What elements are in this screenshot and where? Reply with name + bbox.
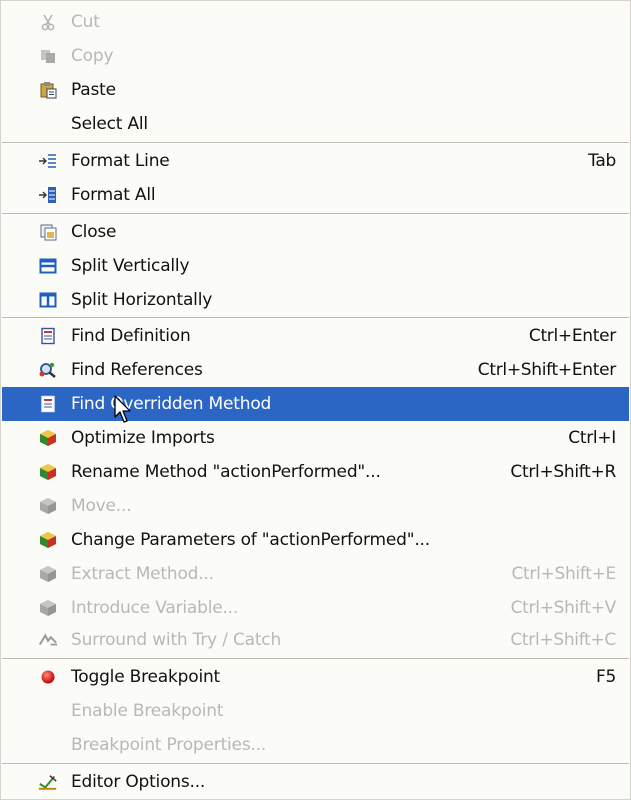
menu-item-format-all[interactable]: Format All xyxy=(2,178,629,212)
mouse-pointer-icon xyxy=(114,395,131,423)
menu-item-close[interactable]: Close xyxy=(2,215,629,249)
menu-item-copy[interactable]: Copy xyxy=(2,39,629,73)
menu-item-split-horizontally[interactable]: Split Horizontally xyxy=(2,283,629,317)
menu-item-introduce-variable[interactable]: Introduce Variable... Ctrl+Shift+V xyxy=(2,591,629,625)
menu-item-label: Extract Method... xyxy=(71,564,214,584)
menu-item-rename-method[interactable]: Rename Method "actionPerformed"... Ctrl+… xyxy=(2,455,629,489)
menu-item-editor-options[interactable]: Editor Options... xyxy=(2,765,629,799)
menu-item-move[interactable]: Move... xyxy=(2,489,629,523)
menu-item-label: Split Horizontally xyxy=(71,290,213,310)
menu-item-cut[interactable]: Cut xyxy=(2,5,629,39)
refactor-cube-icon xyxy=(38,429,58,447)
menu-item-label: Find References xyxy=(71,360,203,380)
menu-item-label: Surround with Try / Catch xyxy=(71,630,282,650)
menu-item-label: Toggle Breakpoint xyxy=(71,667,221,687)
menu-item-optimize-imports[interactable]: Optimize Imports Ctrl+I xyxy=(2,421,629,455)
surround-try-icon xyxy=(38,631,58,649)
menu-item-enable-breakpoint[interactable]: Enable Breakpoint xyxy=(2,694,629,728)
refactor-cube-icon xyxy=(38,463,58,481)
menu-item-label: Change Parameters of "actionPerformed"..… xyxy=(71,530,430,550)
menu-item-label: Move... xyxy=(71,496,132,516)
menu-item-label: Breakpoint Properties... xyxy=(71,735,267,755)
format-all-icon xyxy=(38,186,58,204)
copy-icon xyxy=(38,47,58,65)
menu-item-shortcut: Ctrl+Shift+E xyxy=(511,564,616,584)
menu-item-find-overridden-method[interactable]: Find Overridden Method xyxy=(2,387,629,421)
menu-item-label: Find Definition xyxy=(71,326,191,346)
menu-item-shortcut: Ctrl+I xyxy=(568,428,616,448)
menu-item-shortcut: F5 xyxy=(596,667,616,687)
menu-item-label: Rename Method "actionPerformed"... xyxy=(71,462,381,482)
close-file-icon xyxy=(38,223,58,241)
menu-item-shortcut: Tab xyxy=(588,151,616,171)
menu-item-label: Cut xyxy=(71,12,100,32)
menu-item-label: Copy xyxy=(71,46,114,66)
split-horizontally-icon xyxy=(38,291,58,309)
split-vertically-icon xyxy=(38,257,58,275)
menu-item-label: Format All xyxy=(71,185,156,205)
menu-item-label: Format Line xyxy=(71,151,170,171)
menu-item-format-line[interactable]: Format Line Tab xyxy=(2,144,629,178)
menu-item-shortcut: Ctrl+Shift+V xyxy=(510,598,617,618)
menu-item-select-all[interactable]: Select All xyxy=(2,107,629,141)
menu-item-label: Close xyxy=(71,222,117,242)
editor-context-menu: Cut Copy Paste Select All Format Line Ta… xyxy=(0,0,631,800)
menu-item-paste[interactable]: Paste xyxy=(2,73,629,107)
menu-item-find-references[interactable]: Find References Ctrl+Shift+Enter xyxy=(2,353,629,387)
refactor-cube-icon xyxy=(38,565,58,583)
menu-item-surround-try-catch[interactable]: Surround with Try / Catch Ctrl+Shift+C xyxy=(2,623,629,657)
menu-item-change-parameters[interactable]: Change Parameters of "actionPerformed"..… xyxy=(2,523,629,557)
breakpoint-icon xyxy=(38,668,58,686)
menu-item-toggle-breakpoint[interactable]: Toggle Breakpoint F5 xyxy=(2,660,629,694)
menu-item-breakpoint-properties[interactable]: Breakpoint Properties... xyxy=(2,728,629,762)
editor-options-icon xyxy=(38,773,58,791)
cut-icon xyxy=(38,13,58,31)
refactor-cube-icon xyxy=(38,599,58,617)
menu-item-label: Find Overridden Method xyxy=(71,394,272,414)
format-line-icon xyxy=(38,152,58,170)
menu-item-find-definition[interactable]: Find Definition Ctrl+Enter xyxy=(2,319,629,353)
menu-item-shortcut: Ctrl+Shift+C xyxy=(510,630,616,650)
menu-item-split-vertically[interactable]: Split Vertically xyxy=(2,249,629,283)
menu-item-label: Split Vertically xyxy=(71,256,190,276)
menu-item-label: Introduce Variable... xyxy=(71,598,239,618)
menu-item-label: Enable Breakpoint xyxy=(71,701,224,721)
menu-item-shortcut: Ctrl+Shift+R xyxy=(510,462,616,482)
menu-item-label: Paste xyxy=(71,80,116,100)
menu-item-label: Select All xyxy=(71,114,148,134)
find-references-icon xyxy=(38,361,58,379)
refactor-cube-icon xyxy=(38,497,58,515)
menu-item-extract-method[interactable]: Extract Method... Ctrl+Shift+E xyxy=(2,557,629,591)
menu-item-shortcut: Ctrl+Shift+Enter xyxy=(477,360,617,380)
find-definition-icon xyxy=(38,327,58,345)
menu-item-label: Editor Options... xyxy=(71,772,206,792)
refactor-cube-icon xyxy=(38,531,58,549)
paste-icon xyxy=(38,81,58,99)
find-overridden-icon xyxy=(38,395,58,413)
menu-item-label: Optimize Imports xyxy=(71,428,215,448)
menu-item-shortcut: Ctrl+Enter xyxy=(528,326,616,346)
